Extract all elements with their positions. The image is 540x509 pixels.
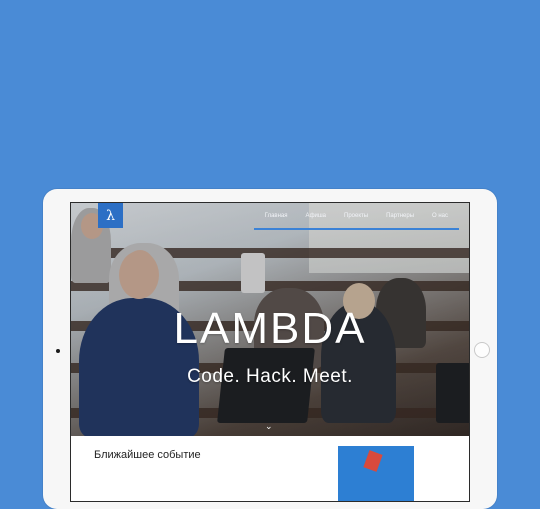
- camera-icon: [56, 349, 60, 353]
- main-nav: Главная Афиша Проекты Партнеры О нас: [253, 203, 459, 230]
- logo-symbol: λ: [106, 207, 115, 224]
- tablet-frame: λ Главная Афиша Проекты Партнеры О нас L…: [43, 189, 497, 509]
- website-screen: λ Главная Афиша Проекты Партнеры О нас L…: [70, 202, 470, 502]
- nav-item-partners[interactable]: Партнеры: [377, 213, 423, 219]
- home-button[interactable]: [474, 342, 490, 358]
- event-thumbnail[interactable]: [338, 446, 414, 501]
- upcoming-event-heading: Ближайшее событие: [94, 449, 201, 461]
- nav-item-home[interactable]: Главная: [256, 213, 297, 219]
- lambda-logo-icon[interactable]: λ: [98, 203, 123, 228]
- hero-tagline: Code. Hack. Meet.: [187, 366, 353, 387]
- nav-item-events[interactable]: Афиша: [297, 213, 336, 219]
- nav-item-about[interactable]: О нас: [423, 213, 457, 219]
- chevron-down-icon[interactable]: ⌄: [265, 422, 273, 431]
- hero-title: LAMBDA: [173, 304, 367, 353]
- nav-item-projects[interactable]: Проекты: [335, 213, 377, 219]
